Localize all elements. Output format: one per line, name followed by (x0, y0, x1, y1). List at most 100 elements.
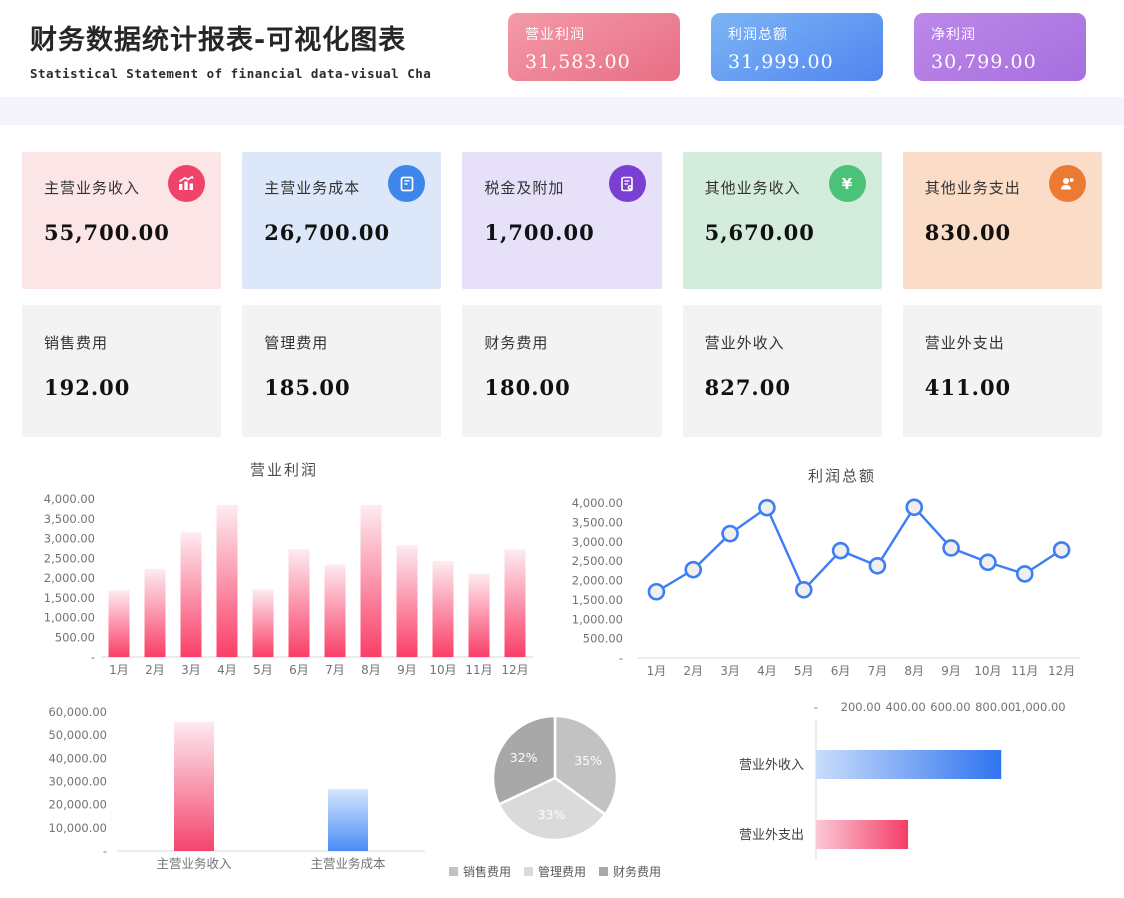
svg-text:7月: 7月 (868, 664, 888, 678)
stat-label: 主营业务收入 (44, 179, 141, 197)
svg-text:2,500.00: 2,500.00 (572, 554, 623, 568)
stat-label: 营业外支出 (924, 334, 1005, 352)
svg-text:-: - (103, 844, 107, 858)
chart-canvas: 4,000.00 3,500.00 3,000.00 2,500.00 2,000.00… (20, 480, 548, 696)
yuan-icon: ¥ (828, 165, 866, 202)
stat-card-other-revenue: 其他业务收入 ¥ 5,670.00 (682, 152, 882, 289)
stat-value: 411.00 (924, 375, 1012, 400)
kpi-card-net-profit: 净利润 30,799.00 (914, 13, 1086, 81)
stat-label: 税金及附加 (484, 179, 565, 197)
svg-text:2月: 2月 (683, 664, 703, 678)
kpi-value: 30,799.00 (931, 51, 1037, 73)
svg-text:营业外收入: 营业外收入 (739, 758, 804, 773)
svg-text:10月: 10月 (429, 663, 456, 677)
svg-text:1,500.00: 1,500.00 (44, 591, 95, 605)
svg-text:3月: 3月 (720, 664, 740, 678)
page-title: 财务数据统计报表-可视化图表 (30, 25, 407, 56)
non-operating-hbar-chart: - 200.00 400.00 600.00 800.00 1,000.00 营业外收入 营业… (703, 695, 1124, 885)
legend-swatch (448, 867, 458, 876)
svg-text:35%: 35% (574, 753, 602, 768)
svg-text:20,000.00: 20,000.00 (48, 798, 107, 812)
svg-text:-: - (619, 651, 623, 665)
stat-card-admin-expense: 管理费用 185.00 (242, 305, 442, 437)
svg-text:¥: ¥ (842, 175, 853, 193)
legend-label: 管理费用 (537, 865, 586, 879)
svg-text:营业外支出: 营业外支出 (739, 828, 804, 843)
stat-label: 其他业务支出 (924, 179, 1021, 197)
svg-text:9月: 9月 (941, 664, 961, 678)
bar-chart-trend-icon (168, 165, 206, 202)
stat-card-taxes: 税金及附加 1,700.00 (462, 152, 662, 289)
stat-value: 192.00 (44, 375, 131, 400)
svg-text:11月: 11月 (465, 663, 492, 677)
stat-value: 1,700.00 (484, 220, 595, 245)
pie-legend-item: 销售费用 (448, 863, 511, 880)
total-profit-line-chart: 利润总额 4,000.00 3,500.00 3,000.00 2,500.00 2,0… (563, 452, 1121, 690)
svg-text:3月: 3月 (181, 663, 201, 677)
svg-text:2,000.00: 2,000.00 (44, 571, 95, 585)
kpi-label: 营业利润 (525, 27, 585, 43)
svg-text:2月: 2月 (145, 663, 165, 677)
chart-canvas: 4,000.00 3,500.00 3,000.00 2,500.00 2,000.00… (563, 486, 1121, 696)
title-block: 财务数据统计报表-可视化图表 Statistical Statement of … (30, 18, 431, 81)
stat-card-selling-expense: 销售费用 192.00 (22, 305, 222, 437)
pie-legend-item: 管理费用 (523, 863, 586, 880)
stat-value: 180.00 (484, 375, 571, 400)
stat-label: 管理费用 (264, 334, 329, 352)
stat-card-main-revenue: 主营业务收入 55,700.00 (22, 152, 222, 289)
chart-canvas: 35% 33% 32% (443, 703, 667, 859)
svg-text:4,000.00: 4,000.00 (44, 492, 95, 506)
svg-text:33%: 33% (538, 807, 566, 822)
chart-canvas: - 200.00 400.00 600.00 800.00 1,000.00 营业外收入 营业… (703, 695, 1124, 884)
svg-text:200.00: 200.00 (841, 700, 881, 714)
legend-label: 财务费用 (613, 865, 662, 879)
svg-text:12月: 12月 (501, 663, 528, 677)
svg-text:主营业务成本: 主营业务成本 (310, 856, 386, 871)
kpi-card-operating-profit: 营业利润 31,583.00 (508, 13, 680, 81)
expense-pie-chart: 35% 33% 32% 销售费用 管理费用 财务费用 (443, 703, 667, 893)
stat-card-nonop-income: 营业外收入 827.00 (682, 305, 882, 437)
svg-text:5月: 5月 (794, 664, 814, 678)
ledger-book-icon (388, 165, 426, 202)
svg-text:10,000.00: 10,000.00 (48, 821, 107, 835)
svg-text:8月: 8月 (361, 663, 381, 677)
svg-text:1,000.00: 1,000.00 (44, 611, 95, 625)
chart-canvas: 60,000.00 50,000.00 40,000.00 30,000.00 20,0… (25, 700, 443, 896)
header-divider-band (0, 97, 1124, 125)
pie-legend: 销售费用 管理费用 财务费用 (443, 863, 667, 880)
svg-text:-: - (814, 700, 818, 714)
stat-cards-row-2: 销售费用 192.00 管理费用 185.00 财务费用 180.00 营业外收… (22, 305, 1102, 437)
svg-text:4月: 4月 (217, 663, 237, 677)
header: 财务数据统计报表-可视化图表 Statistical Statement of … (0, 0, 1124, 97)
legend-swatch (599, 867, 608, 876)
svg-text:1,500.00: 1,500.00 (572, 593, 623, 607)
svg-text:10月: 10月 (974, 664, 1001, 678)
stat-value: 55,700.00 (44, 220, 170, 245)
pie-legend-item: 财务费用 (599, 863, 661, 880)
svg-text:6月: 6月 (289, 663, 309, 677)
stat-label: 其他业务收入 (704, 179, 801, 197)
kpi-card-total-profit: 利润总额 31,999.00 (711, 13, 883, 81)
svg-text:主营业务收入: 主营业务收入 (156, 856, 232, 871)
tax-receipt-icon (608, 165, 646, 202)
svg-text:6月: 6月 (831, 664, 851, 678)
kpi-value: 31,999.00 (728, 51, 834, 73)
chart-title: 利润总额 (807, 467, 876, 485)
svg-text:1,000.00: 1,000.00 (1014, 700, 1065, 714)
stat-value: 185.00 (264, 375, 351, 400)
stat-card-other-expense: 其他业务支出 830.00 (902, 152, 1102, 289)
svg-text:500.00: 500.00 (583, 632, 623, 646)
stat-value: 827.00 (704, 375, 791, 400)
stat-label: 营业外收入 (704, 334, 785, 352)
legend-swatch (523, 867, 533, 876)
svg-text:8月: 8月 (904, 664, 924, 678)
svg-text:3,500.00: 3,500.00 (44, 512, 95, 526)
svg-text:60,000.00: 60,000.00 (48, 705, 107, 719)
svg-text:500.00: 500.00 (55, 630, 95, 644)
operating-profit-bar-chart: 营业利润 4,000.00 3,500.00 3,000.00 2,500.00 2,0… (20, 452, 548, 690)
page-subtitle: Statistical Statement of financial data-… (30, 66, 432, 81)
kpi-label: 利润总额 (728, 27, 788, 43)
svg-text:1月: 1月 (647, 664, 667, 678)
svg-text:7月: 7月 (325, 663, 345, 677)
stat-card-nonop-expense: 营业外支出 411.00 (902, 305, 1102, 437)
